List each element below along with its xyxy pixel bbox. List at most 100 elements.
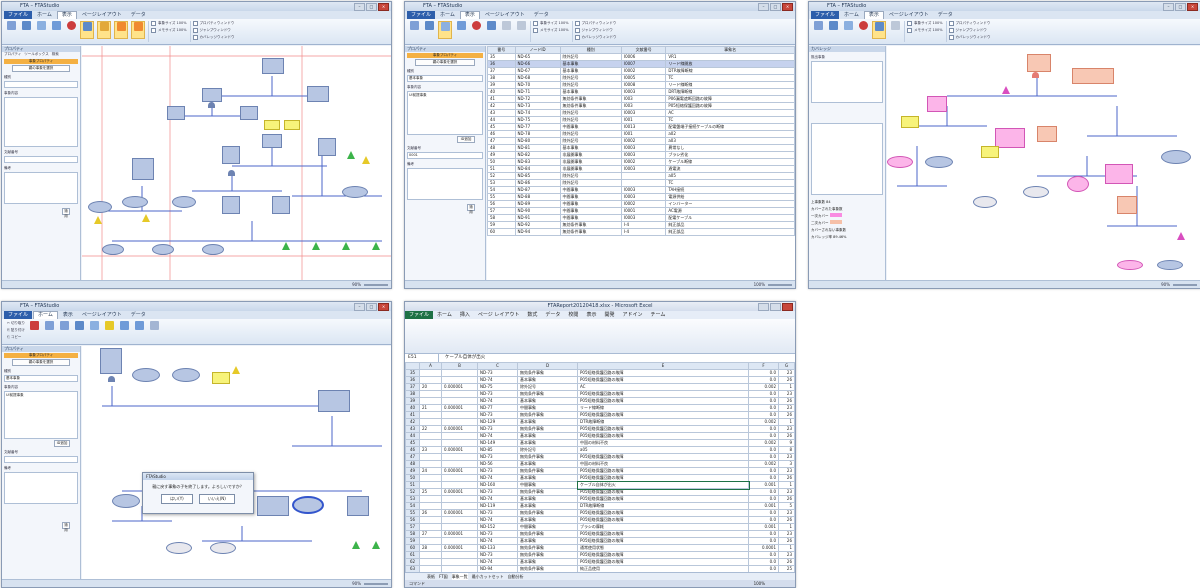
- table-row[interactable]: 53 ND-74 基本事象 P05短絡保護回路の故障 0.0 26: [405, 495, 795, 503]
- row-header[interactable]: 58: [405, 530, 420, 538]
- table-cell[interactable]: 22: [419, 425, 442, 433]
- close-button[interactable]: ×: [782, 3, 793, 11]
- table-cell[interactable]: ND-73: [477, 467, 518, 475]
- table-cell[interactable]: 26: [778, 432, 795, 440]
- event-content-field[interactable]: UI前提事象: [4, 391, 78, 439]
- tab-view[interactable]: 表示: [459, 11, 480, 19]
- table-cell[interactable]: 26: [778, 397, 795, 405]
- basic-event-icon[interactable]: [172, 196, 196, 208]
- table-cell[interactable]: 23: [778, 530, 795, 538]
- table-cell[interactable]: 1: [778, 523, 795, 531]
- table-cell[interactable]: [419, 369, 442, 377]
- table-cell[interactable]: 25: [419, 488, 442, 496]
- table-cell[interactable]: 0.0: [748, 516, 779, 524]
- table-cell[interactable]: P05短絡保護回路の故障: [577, 369, 749, 377]
- table-cell[interactable]: 0.0: [748, 369, 779, 377]
- checkbox[interactable]: [948, 28, 954, 33]
- memo-note[interactable]: [212, 372, 230, 384]
- ribbon-button[interactable]: [889, 21, 901, 37]
- table-row[interactable]: 61 ND-73 無効条件事象 P05短絡保護回路の故障 0.0 23: [405, 551, 795, 559]
- ribbon-button[interactable]: [515, 21, 527, 37]
- table-cell[interactable]: 24: [419, 467, 442, 475]
- table-row[interactable]: 37 20 0.000001 ND-75 除外記号 AC 0.002 1: [405, 383, 795, 391]
- table-cell[interactable]: 0.0: [748, 537, 779, 545]
- dialog-yes-button[interactable]: はい(Y): [161, 494, 193, 504]
- table-row[interactable]: 47 ND-80 除外記号 I0002 a03: [487, 137, 795, 145]
- table-cell[interactable]: 0.000001: [441, 488, 478, 496]
- zoom-slider[interactable]: [768, 284, 792, 286]
- tab-home[interactable]: ホーム: [436, 11, 459, 19]
- event-node[interactable]: [222, 146, 240, 164]
- table-row[interactable]: 35 ND-65 除外記号 I0006 VR1: [487, 53, 795, 61]
- event-node[interactable]: [132, 158, 154, 180]
- menu-tab[interactable]: ファイル: [405, 311, 434, 319]
- table-cell[interactable]: 20: [419, 383, 442, 391]
- table-cell[interactable]: 23: [419, 446, 442, 454]
- apply-button[interactable]: 適用: [62, 208, 70, 218]
- menu-tab[interactable]: ホーム: [433, 311, 456, 319]
- table-cell[interactable]: 0.001: [748, 523, 779, 531]
- table-row[interactable]: 57 ND-90 中間事象 I0001 AC電源: [487, 207, 795, 215]
- table-row[interactable]: 39 ND-74 基本事象 P05短絡保護回路の故障 0.0 26: [405, 397, 795, 405]
- table-cell[interactable]: 0.000001: [441, 509, 478, 517]
- sheet-tab[interactable]: 自動分析: [508, 573, 524, 580]
- table-cell[interactable]: P05短絡保護回路の故障: [577, 558, 749, 566]
- table-cell[interactable]: 基本事象: [517, 537, 578, 545]
- ribbon-button[interactable]: [5, 21, 17, 37]
- basic-event-icon[interactable]: [925, 156, 953, 168]
- table-cell[interactable]: 26: [778, 411, 795, 419]
- table-row[interactable]: 47 ND-73 無効条件事象 P05短絡保護回路の故障 0.0 23: [405, 453, 795, 461]
- checkbox[interactable]: [151, 21, 156, 26]
- table-cell[interactable]: ND-85: [477, 446, 518, 454]
- table-row[interactable]: 52 25 0.000001 ND-73 無効条件事象 P05短絡保護回路の故障 0.0 23: [405, 488, 795, 496]
- name-box[interactable]: E51: [405, 354, 439, 362]
- table-row[interactable]: 41 ND-72 無効条件事象 I003 P06漏電遮断回路の故障: [487, 95, 795, 103]
- basic-event-icon[interactable]: [202, 244, 224, 255]
- table-cell[interactable]: 中間事象: [517, 404, 578, 412]
- table-cell[interactable]: 基本事象: [517, 474, 578, 482]
- table-cell[interactable]: 26: [419, 509, 442, 517]
- tab-data[interactable]: データ: [127, 311, 150, 319]
- event-node[interactable]: [318, 390, 350, 412]
- ribbon-button[interactable]: [500, 21, 512, 37]
- table-cell[interactable]: P05短絡保護回路の故障: [577, 488, 749, 496]
- tab-data[interactable]: データ: [127, 11, 150, 19]
- tab-page-layout[interactable]: ページレイアウト: [78, 11, 126, 19]
- column-header[interactable]: 事象名: [665, 46, 795, 54]
- ribbon-button[interactable]: [88, 321, 100, 337]
- ribbon-button[interactable]: [470, 21, 482, 37]
- table-cell[interactable]: [441, 516, 478, 524]
- row-header[interactable]: 39: [405, 397, 420, 405]
- ribbon-button[interactable]: [148, 321, 160, 337]
- ribbon-button[interactable]: [485, 21, 497, 37]
- basic-event-icon[interactable]: [1157, 260, 1183, 270]
- menu-tab[interactable]: データ: [541, 311, 564, 319]
- table-cell[interactable]: [419, 558, 442, 566]
- table-cell[interactable]: 26: [778, 376, 795, 384]
- table-cell[interactable]: 0.001: [748, 502, 779, 510]
- table-cell[interactable]: ND-74: [477, 537, 518, 545]
- table-row[interactable]: 51 ND-160 中間事象 ケーブル自体が出火 0.001 1: [405, 480, 795, 490]
- table-cell[interactable]: P05短絡保護回路の故障: [577, 390, 749, 398]
- table-cell[interactable]: P05短絡保護回路の故障: [577, 516, 749, 524]
- reference-field[interactable]: [4, 156, 78, 163]
- table-row[interactable]: 43 22 0.000001 ND-73 無効条件事象 P05短絡保護回路の故障 0.0 23: [405, 425, 795, 433]
- event-node[interactable]: [1027, 54, 1051, 72]
- tab-properties[interactable]: プロパティ: [4, 52, 21, 58]
- table-cell[interactable]: [441, 369, 478, 377]
- notes-field[interactable]: [4, 472, 78, 504]
- tab-file[interactable]: ファイル: [4, 311, 33, 319]
- table-cell[interactable]: 除外記号: [517, 383, 578, 391]
- column-header[interactable]: 番号: [487, 46, 516, 54]
- table-cell[interactable]: ケーブル自体が出火: [576, 480, 750, 490]
- table-cell[interactable]: 0.0: [748, 530, 779, 538]
- table-cell[interactable]: ND-74: [477, 495, 518, 503]
- close-button[interactable]: ×: [378, 3, 389, 11]
- table-row[interactable]: 56 ND-74 基本事象 P05短絡保護回路の故障 0.0 26: [405, 516, 795, 524]
- fta-canvas[interactable]: [887, 46, 1200, 280]
- table-cell[interactable]: 0.001: [748, 481, 779, 489]
- table-cell[interactable]: ND-160: [477, 481, 518, 489]
- table-cell[interactable]: ND-73: [477, 411, 518, 419]
- table-row[interactable]: 48 ND-56 基本事象 中国の材料不良 0.002 3: [405, 460, 795, 468]
- table-cell[interactable]: 無効条件事象: [517, 369, 578, 377]
